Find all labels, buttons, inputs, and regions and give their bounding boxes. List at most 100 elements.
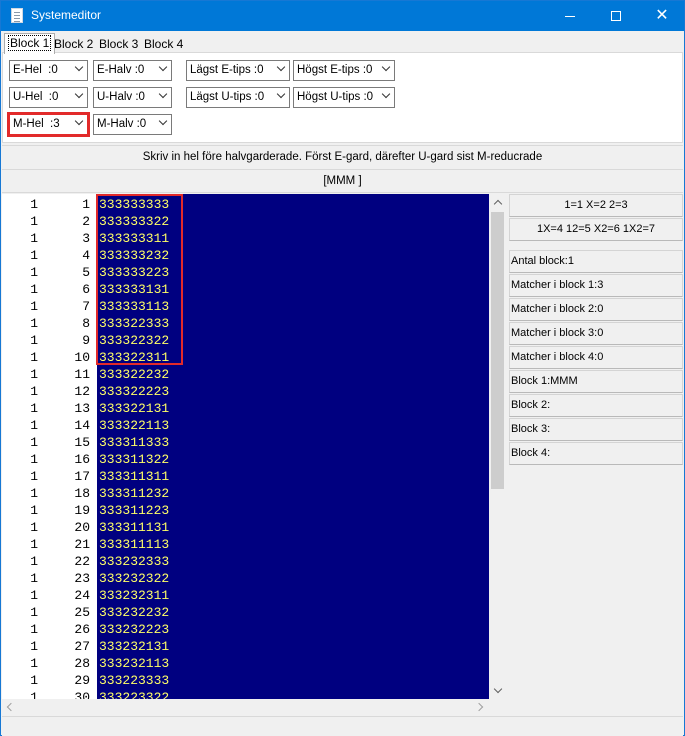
chevron-down-icon <box>276 89 286 99</box>
row-number: 17 <box>74 469 90 484</box>
table-row[interactable]: 1 13 333322131 <box>2 400 489 417</box>
table-row[interactable]: 1 7 333333113 <box>2 298 489 315</box>
table-row[interactable]: 1 21 333311113 <box>2 536 489 553</box>
block-2-label: Block 2: <box>509 394 683 417</box>
table-row[interactable]: 1 25 333232232 <box>2 604 489 621</box>
row-number: 11 <box>74 367 90 382</box>
chevron-down-icon <box>158 62 168 72</box>
tab-label: Block 2 <box>54 37 94 51</box>
table-row[interactable]: 1 8 333322333 <box>2 315 489 332</box>
table-row[interactable]: 1 12 333322223 <box>2 383 489 400</box>
row-number: 5 <box>82 265 90 280</box>
m-halv-select[interactable]: M-Halv :0 <box>93 114 172 135</box>
row-number: 26 <box>74 622 90 637</box>
vertical-scrollbar[interactable] <box>489 194 506 699</box>
chevron-left-icon[interactable] <box>6 702 16 712</box>
row-number: 14 <box>74 418 90 433</box>
table-row[interactable]: 1 27 333232131 <box>2 638 489 655</box>
row-number: 2 <box>82 214 90 229</box>
u-halv-select[interactable]: U-Halv :0 <box>93 87 172 108</box>
row-number: 20 <box>74 520 90 535</box>
scroll-thumb[interactable] <box>491 212 504 489</box>
chevron-down-icon <box>158 89 168 99</box>
row-code: 333322322 <box>99 333 170 348</box>
title-bar[interactable]: Systemeditor ✕ <box>1 1 684 31</box>
table-row[interactable]: 1 28 333232113 <box>2 655 489 672</box>
select-value: Högst U-tips :0 <box>297 91 374 103</box>
m-hel-select[interactable]: M-Hel :3 <box>7 112 90 137</box>
row-number: 28 <box>74 656 90 671</box>
row-count: 1 <box>30 418 38 433</box>
row-number: 23 <box>74 571 90 586</box>
table-row[interactable]: 1 22 333232333 <box>2 553 489 570</box>
row-count: 1 <box>30 197 38 212</box>
status-bar <box>2 716 683 736</box>
row-number: 27 <box>74 639 90 654</box>
tab-block-3[interactable]: Block 3 <box>95 35 142 53</box>
e-hel-select[interactable]: E-Hel :0 <box>9 60 88 81</box>
table-row[interactable]: 1 6 333333131 <box>2 281 489 298</box>
select-value: U-Halv :0 <box>97 91 145 103</box>
table-row[interactable]: 1 16 333311322 <box>2 451 489 468</box>
table-row[interactable]: 1 20 333311131 <box>2 519 489 536</box>
table-row[interactable]: 1 29 333223333 <box>2 672 489 689</box>
row-code: 333322223 <box>99 384 170 399</box>
rows-list[interactable]: 1 1 333333333 1 2 333333322 1 3 333333311 1 4 33333… <box>2 194 505 699</box>
lagst-u-tips-select[interactable]: Lägst U-tips :0 <box>186 87 290 108</box>
row-number: 25 <box>74 605 90 620</box>
table-row[interactable]: 1 5 333333223 <box>2 264 489 281</box>
hogst-u-tips-select[interactable]: Högst U-tips :0 <box>293 87 395 108</box>
lagst-e-tips-select[interactable]: Lägst E-tips :0 <box>186 60 290 81</box>
tab-block-2[interactable]: Block 2 <box>50 35 97 53</box>
block-4-label: Block 4: <box>509 442 683 465</box>
table-row[interactable]: 1 19 333311223 <box>2 502 489 519</box>
tab-label: Block 1 <box>7 35 52 51</box>
table-row[interactable]: 1 17 333311311 <box>2 468 489 485</box>
row-count: 1 <box>30 656 38 671</box>
u-hel-select[interactable]: U-Hel :0 <box>9 87 88 108</box>
row-count: 1 <box>30 537 38 552</box>
table-row[interactable]: 1 1 333333333 <box>2 196 489 213</box>
legend-double: 1X=4 12=5 X2=6 1X2=7 <box>509 218 683 241</box>
block-pattern: [MMM ] <box>2 170 683 193</box>
hogst-e-tips-select[interactable]: Högst E-tips :0 <box>293 60 395 81</box>
block-3-label: Block 3: <box>509 418 683 441</box>
maximize-icon <box>611 11 621 21</box>
chevron-down-icon <box>381 89 391 99</box>
notepad-icon <box>11 8 23 23</box>
row-count: 1 <box>30 690 38 699</box>
table-row[interactable]: 1 2 333333322 <box>2 213 489 230</box>
row-number: 12 <box>74 384 90 399</box>
table-row[interactable]: 1 11 333322232 <box>2 366 489 383</box>
table-row[interactable]: 1 26 333232223 <box>2 621 489 638</box>
scroll-up-button[interactable] <box>489 194 506 211</box>
row-number: 3 <box>82 231 90 246</box>
maximize-button[interactable] <box>593 1 639 31</box>
row-count: 1 <box>30 384 38 399</box>
horizontal-scrollbar[interactable] <box>2 699 505 716</box>
table-row[interactable]: 1 10 333322311 <box>2 349 489 366</box>
table-row[interactable]: 1 24 333232311 <box>2 587 489 604</box>
legend-single: 1=1 X=2 2=3 <box>509 194 683 217</box>
minimize-button[interactable] <box>547 1 593 31</box>
table-row[interactable]: 1 14 333322113 <box>2 417 489 434</box>
scroll-down-button[interactable] <box>489 682 506 699</box>
tab-block-4[interactable]: Block 4 <box>140 35 187 53</box>
row-code: 333333131 <box>99 282 170 297</box>
tab-block-1[interactable]: Block 1 <box>4 33 56 54</box>
row-count: 1 <box>30 214 38 229</box>
table-row[interactable]: 1 3 333333311 <box>2 230 489 247</box>
table-row[interactable]: 1 9 333322322 <box>2 332 489 349</box>
e-halv-select[interactable]: E-Halv :0 <box>93 60 172 81</box>
row-count: 1 <box>30 622 38 637</box>
table-row[interactable]: 1 30 333223322 <box>2 689 489 699</box>
row-code: 333322131 <box>99 401 170 416</box>
chevron-right-icon[interactable] <box>474 702 484 712</box>
row-number: 13 <box>74 401 90 416</box>
table-row[interactable]: 1 4 333333232 <box>2 247 489 264</box>
antal-block-label: Antal block:1 <box>509 250 683 273</box>
table-row[interactable]: 1 15 333311333 <box>2 434 489 451</box>
table-row[interactable]: 1 23 333232322 <box>2 570 489 587</box>
close-button[interactable]: ✕ <box>639 1 685 31</box>
table-row[interactable]: 1 18 333311232 <box>2 485 489 502</box>
